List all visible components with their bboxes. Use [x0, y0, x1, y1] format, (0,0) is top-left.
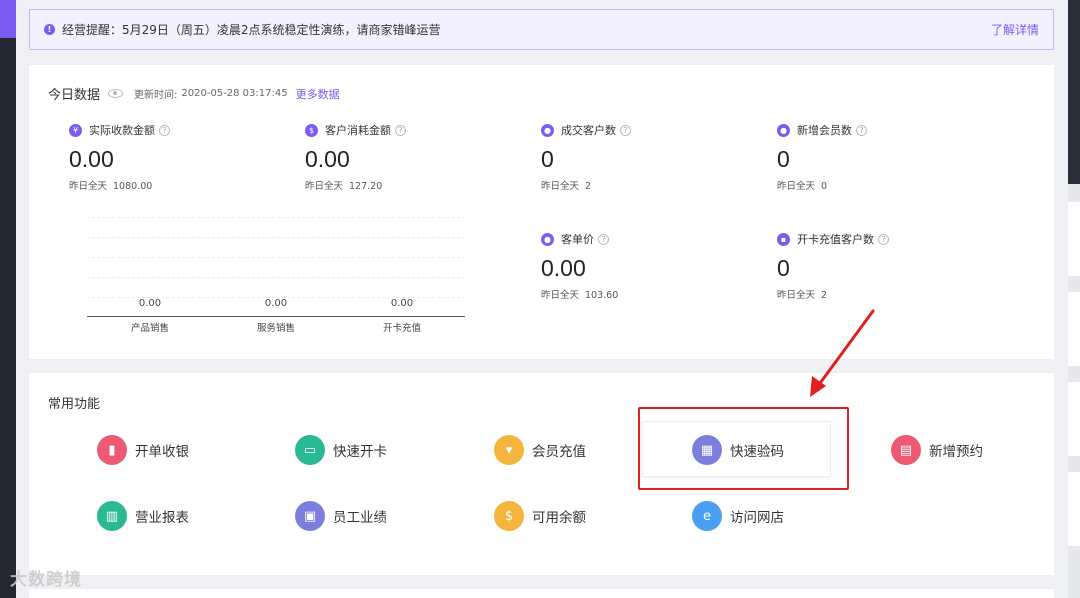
watermark-logo: 大数跨境	[10, 570, 82, 590]
annotation-arrow	[810, 309, 875, 397]
